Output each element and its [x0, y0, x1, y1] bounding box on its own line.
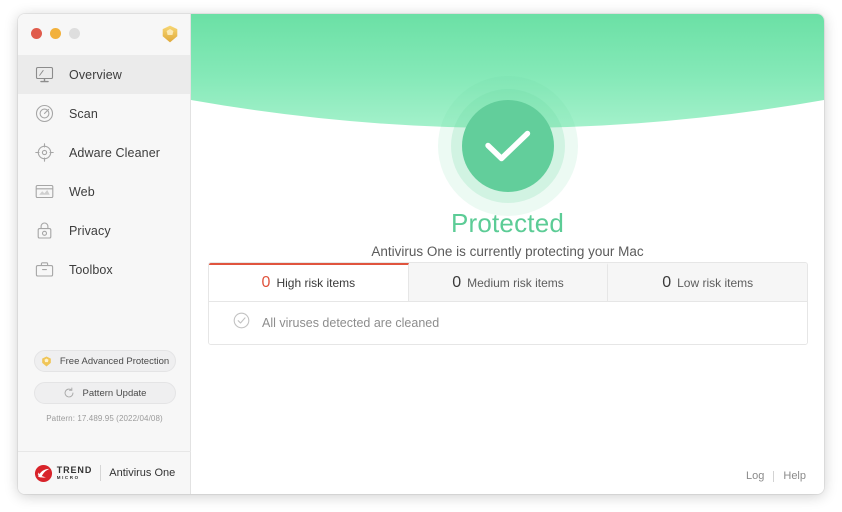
refresh-icon [63, 387, 76, 400]
scan-result-text: All viruses detected are cleaned [262, 316, 439, 330]
tab-low-risk-items[interactable]: 0 Low risk items [608, 263, 807, 301]
screenshot-root: Overview Scan [0, 0, 842, 512]
monitor-icon [32, 63, 56, 87]
footer-divider [100, 465, 101, 481]
sidebar-item-scan[interactable]: Scan [18, 94, 190, 133]
minimize-button[interactable] [50, 28, 61, 39]
footer-links: Log Help [746, 470, 806, 482]
brand-line-1: TREND [57, 466, 93, 475]
sidebar-item-overview[interactable]: Overview [18, 55, 190, 94]
sidebar-item-privacy[interactable]: Privacy [18, 211, 190, 250]
app-window: Overview Scan [18, 14, 824, 494]
sidebar-item-toolbox[interactable]: Toolbox [18, 250, 190, 289]
free-advanced-protection-button[interactable]: Free Advanced Protection [34, 350, 176, 372]
free-advanced-protection-label: Free Advanced Protection [60, 356, 169, 367]
sidebar-item-label: Scan [69, 107, 98, 121]
pattern-update-label: Pattern Update [83, 388, 147, 399]
sidebar-item-web[interactable]: Web [18, 172, 190, 211]
gem-icon[interactable] [159, 23, 181, 45]
help-link[interactable]: Help [783, 470, 806, 482]
radar-icon [32, 102, 56, 126]
tab-count: 0 [262, 274, 271, 292]
check-circle-outline-icon [233, 312, 250, 334]
sidebar-nav: Overview Scan [18, 55, 190, 289]
briefcase-icon [32, 258, 56, 282]
browser-icon [32, 180, 56, 204]
gem-icon [40, 355, 53, 368]
crosshair-icon [32, 141, 56, 165]
brand-line-2: MICRO [57, 476, 93, 481]
check-circle-icon [438, 76, 578, 216]
trend-micro-wordmark: TREND MICRO [57, 466, 93, 481]
log-link[interactable]: Log [746, 470, 764, 482]
status-title: Protected [191, 208, 824, 239]
tab-label: Medium risk items [467, 276, 564, 290]
close-button[interactable] [31, 28, 42, 39]
sidebar-action-buttons: Free Advanced Protection Pattern Update … [18, 350, 191, 423]
risk-panel: 0 High risk items 0 Medium risk items 0 … [208, 262, 808, 345]
main-content: Protected Antivirus One is currently pro… [191, 14, 824, 494]
tab-count: 0 [662, 274, 671, 292]
sidebar-item-label: Overview [69, 68, 122, 82]
tab-count: 0 [452, 274, 461, 292]
sidebar-item-label: Adware Cleaner [69, 146, 160, 160]
links-divider [773, 471, 774, 482]
sidebar-item-label: Privacy [69, 224, 111, 238]
status-subtitle: Antivirus One is currently protecting yo… [191, 244, 824, 259]
product-name: Antivirus One [109, 467, 175, 479]
window-controls [31, 28, 80, 39]
sidebar-item-label: Toolbox [69, 263, 113, 277]
lock-icon [32, 219, 56, 243]
sidebar-footer: TREND MICRO Antivirus One [18, 451, 191, 494]
sidebar-item-adware-cleaner[interactable]: Adware Cleaner [18, 133, 190, 172]
tab-medium-risk-items[interactable]: 0 Medium risk items [409, 263, 609, 301]
sidebar-item-label: Web [69, 185, 95, 199]
checkmark-glyph [482, 126, 534, 166]
trend-micro-mark [34, 464, 53, 483]
risk-panel-body: All viruses detected are cleaned [209, 301, 807, 344]
title-bar [18, 14, 190, 50]
sidebar: Overview Scan [18, 14, 191, 494]
zoom-button[interactable] [69, 28, 80, 39]
pattern-version-text: Pattern: 17.489.95 (2022/04/08) [18, 414, 191, 423]
risk-tabs: 0 High risk items 0 Medium risk items 0 … [209, 263, 807, 301]
tab-label: High risk items [276, 276, 355, 290]
tab-label: Low risk items [677, 276, 753, 290]
trend-micro-logo: TREND MICRO [34, 464, 93, 483]
tab-high-risk-items[interactable]: 0 High risk items [209, 263, 409, 301]
pattern-update-button[interactable]: Pattern Update [34, 382, 176, 404]
